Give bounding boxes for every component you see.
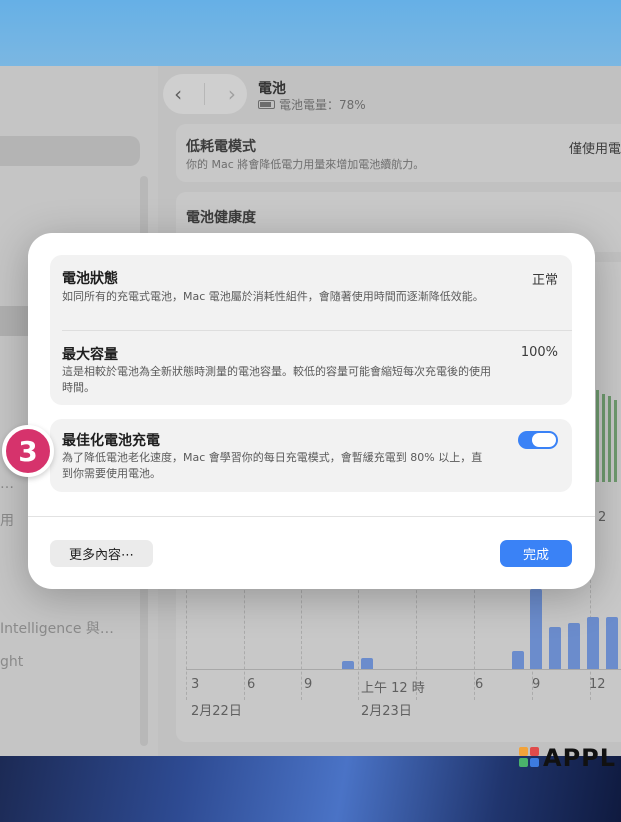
chart-tick-label: 6 (247, 677, 256, 692)
low-power-title: 低耗電模式 (186, 139, 256, 155)
chart-date-label: 2月23日 (361, 704, 412, 719)
sidebar-search-field[interactable] (0, 136, 140, 166)
footer-divider (28, 516, 595, 517)
back-button[interactable]: ‹ (174, 82, 182, 106)
optimized-charging-group: 最佳化電池充電 為了降低電池老化速度，Mac 會學習你的每日充電模式，會暫緩充電… (50, 419, 572, 492)
battery-health-sheet: 電池狀態 正常 如同所有的充電式電池，Mac 電池屬於消耗性組件，會隨著使用時間… (28, 233, 595, 589)
battery-info-group: 電池狀態 正常 如同所有的充電式電池，Mac 電池屬於消耗性組件，會隨著使用時間… (50, 255, 572, 405)
chart-bar (549, 627, 561, 669)
chart-gridline (358, 580, 359, 700)
nav-divider (204, 83, 206, 105)
chart-tick-label: 2 (598, 510, 607, 525)
sidebar-item-partial-2[interactable]: 用 (0, 510, 14, 530)
nav-buttons: ‹ › (163, 74, 247, 114)
sidebar-item-intelligence[interactable]: Intelligence 與… (0, 618, 114, 638)
chart-tick-label: 12 (589, 677, 606, 692)
done-button[interactable]: 完成 (500, 540, 572, 567)
battery-level-label: 電池電量：78% (279, 98, 366, 112)
chart-gridline (244, 580, 245, 700)
battery-status-desc: 如同所有的充電式電池，Mac 電池屬於消耗性組件，會隨著使用時間而逐漸降低效能。 (62, 290, 484, 303)
toggle-knob (532, 433, 556, 447)
desktop-wallpaper-top (0, 0, 621, 66)
max-capacity-desc: 這是相較於電池為全新狀態時測量的電池容量。較低的容量可能會縮短每次充電後的使用時… (62, 365, 491, 394)
chart-bar (530, 589, 542, 669)
optimized-charging-toggle[interactable] (518, 431, 558, 449)
chart-bar (608, 396, 611, 482)
watermark-text: APPL (543, 744, 617, 772)
divider (62, 330, 572, 331)
chart-date-label: 2月22日 (191, 704, 242, 719)
chart-tick-label: 上午 12 時 (361, 681, 425, 696)
watermark-logo: APPL (519, 744, 616, 772)
chart-bar (512, 651, 524, 669)
chart-tick-label: 9 (304, 677, 313, 692)
max-capacity-title: 最大容量 (62, 347, 118, 363)
chart-gridline (301, 580, 302, 700)
usage-chart (186, 580, 621, 700)
forward-button[interactable]: › (228, 82, 236, 106)
health-title: 電池健康度 (186, 210, 256, 226)
chart-tick-label: 6 (475, 677, 484, 692)
more-info-button[interactable]: 更多內容⋯ (50, 540, 153, 567)
battery-status-title: 電池狀態 (62, 271, 118, 287)
chart-tick-label: 3 (191, 677, 200, 692)
step-number-badge: 3 (2, 425, 54, 477)
battery-icon (258, 100, 275, 109)
sidebar-item-spotlight[interactable]: ght (0, 654, 23, 670)
sidebar-item-partial-1[interactable]: … (0, 476, 14, 492)
chart-bar (342, 661, 354, 669)
chart-bar (361, 658, 373, 669)
chart-bar (587, 617, 599, 669)
chart-bar (614, 400, 617, 482)
chart-bar (606, 617, 618, 669)
optimized-charging-title: 最佳化電池充電 (62, 433, 160, 449)
chart-bar (602, 394, 605, 482)
max-capacity-value: 100% (520, 345, 558, 360)
optimized-charging-desc: 為了降低電池老化速度，Mac 會學習你的每日充電模式，會暫緩充電到 80% 以上… (62, 451, 483, 480)
low-power-select[interactable]: 僅使用電 (569, 138, 621, 157)
logo-icon (519, 747, 541, 769)
low-power-desc: 你的 Mac 將會降低電力用量來增加電池續航力。 (186, 158, 425, 171)
chart-bar (596, 390, 599, 482)
chart-bar (568, 623, 580, 669)
chart-tick-label: 9 (532, 677, 541, 692)
chart-gridline (186, 580, 187, 700)
battery-level: 電池電量：78% (258, 96, 366, 113)
battery-status-value: 正常 (531, 273, 558, 288)
page-title: 電池 (258, 81, 286, 97)
